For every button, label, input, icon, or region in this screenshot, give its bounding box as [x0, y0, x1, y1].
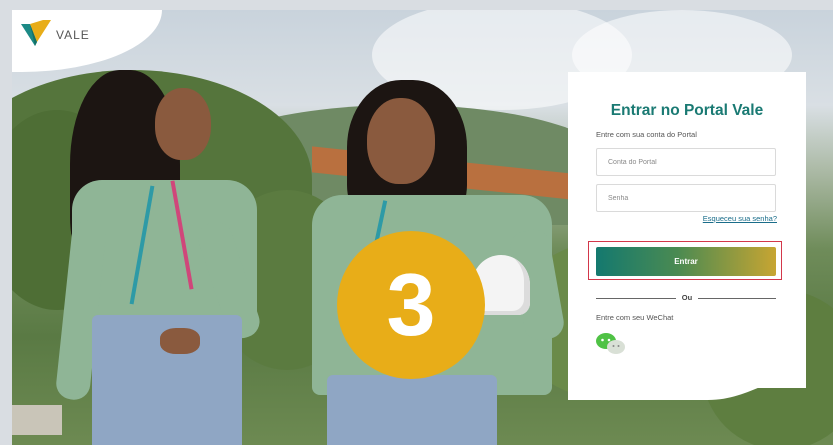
- step-number-badge: 3: [337, 231, 485, 379]
- account-input[interactable]: [596, 148, 776, 176]
- wechat-icon[interactable]: [596, 332, 626, 356]
- login-title: Entrar no Portal Vale: [610, 102, 764, 119]
- login-subtitle: Entre com sua conta do Portal: [596, 130, 697, 139]
- card-wave: [568, 374, 806, 400]
- forgot-password-link[interactable]: Esqueceu sua senha?: [703, 214, 777, 223]
- divider-right: [698, 298, 776, 299]
- logo-text: VALE: [56, 28, 90, 42]
- vale-logo-icon: [21, 20, 51, 46]
- login-card: Entrar no Portal Vale Entre com sua cont…: [568, 72, 806, 400]
- login-button[interactable]: Entrar: [596, 247, 776, 276]
- wechat-label: Entre com seu WeChat: [596, 313, 674, 322]
- password-input[interactable]: [596, 184, 776, 212]
